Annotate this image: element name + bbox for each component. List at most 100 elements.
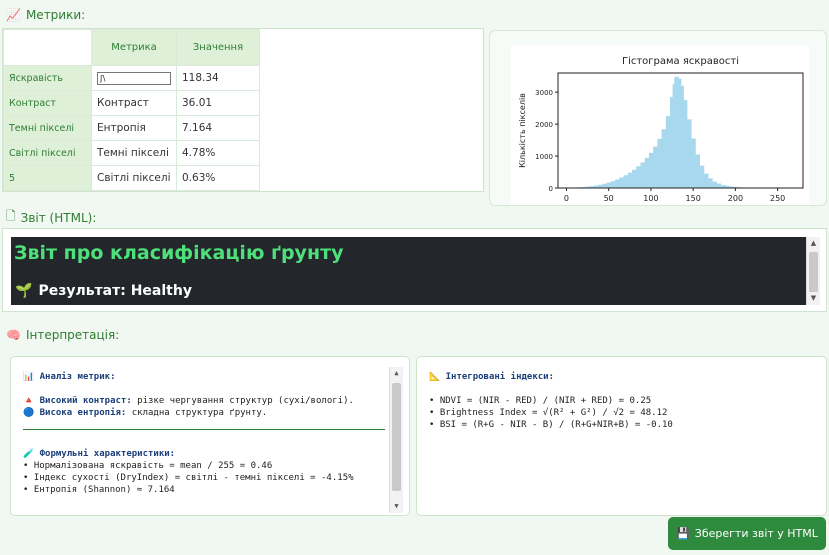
metrics-section-title: 📈 Метрики: [6, 8, 85, 22]
histogram-bar [699, 165, 705, 188]
scroll-thumb[interactable] [392, 383, 401, 491]
metrics-analysis-card[interactable]: 📊 Аналіз метрик: 🔺 Високий контраст: різ… [10, 356, 410, 516]
formula-line: • Індекс сухості (DryIndex) = світлі - т… [23, 473, 354, 483]
scroll-up-arrow-icon[interactable]: ▲ [807, 237, 820, 250]
histogram-bar [636, 166, 641, 188]
interp-section-title: 🧠 Інтерпретація: [6, 328, 119, 342]
scroll-down-arrow-icon[interactable]: ▼ [390, 500, 403, 513]
row-label: Яскравість [3, 65, 92, 91]
y-tick-label: 1000 [535, 153, 553, 161]
formula-header-text: Формульні характеристики: [39, 449, 176, 459]
indices-header: 📐 Інтегровані індекси: [429, 371, 806, 383]
value-cell: 36.01 [176, 90, 260, 116]
index-line: • Brightness Index = √(R² + G²) / √2 = 4… [429, 408, 668, 418]
metric-cell[interactable]: Ентропія [91, 115, 177, 141]
value-cell: 0.63% [176, 165, 260, 191]
x-tick-label: 0 [564, 194, 569, 203]
analysis-scrollbar[interactable]: ▲ ▼ [389, 367, 403, 513]
analysis-line: 🔵 Висока ентропія: складна структура ґру… [23, 407, 385, 419]
table-row: Світлі пікселі Темні пікселі 4.78% [3, 140, 260, 166]
report-scrollbar[interactable]: ▲ ▼ [806, 237, 820, 305]
histogram-bar [661, 129, 667, 188]
value-cell: 7.164 [176, 115, 260, 141]
y-tick-label: 3000 [535, 89, 553, 97]
row-label: Контраст [3, 90, 92, 116]
y-axis-label: Кількість пікселів [518, 93, 527, 168]
y-tick-label: 2000 [535, 121, 553, 129]
histogram-bar [703, 173, 709, 188]
metric-cell-editing[interactable]: ʃ\ [91, 65, 177, 91]
index-line: • BSI = (R+G - NIR - B) / (R+G+NIR+B) = … [429, 420, 673, 430]
histogram-bar [682, 100, 688, 188]
metric-cell[interactable]: Контраст [91, 90, 177, 116]
report-content[interactable]: Звіт про класифікацію ґрунту 🌱 Результат… [11, 237, 806, 305]
formula-line: • Ентропія (Shannon) ≈ 7.164 [23, 485, 175, 495]
table-row: Темні пікселі Ентропія 7.164 [3, 115, 260, 141]
histogram-bar [648, 152, 654, 188]
histogram-bar [610, 181, 616, 188]
histogram-bar [632, 169, 637, 188]
seedling-icon: 🌱 [15, 283, 33, 299]
row-label: Темні пікселі [3, 115, 92, 141]
blue-circle-icon: 🔵 [23, 408, 40, 418]
triangle-ruler-icon: 📐 [429, 372, 446, 382]
save-button-label: Зберегти звіт у HTML [694, 527, 818, 540]
report-section-title: 🗋 Звіт (HTML): [6, 207, 96, 228]
divider [23, 429, 385, 430]
value-cell: 118.34 [176, 65, 260, 91]
formula-line: • Нормалізована яскравість = mean / 255 … [23, 461, 273, 471]
x-tick-label: 100 [643, 194, 658, 203]
histogram-bar [657, 138, 662, 188]
table-corner [3, 29, 92, 66]
chart-title: Гістограма яскравості [622, 55, 739, 67]
histogram-chart: Гістограма яскравості 0 50 100 150 200 250 0 100… [511, 45, 809, 205]
analysis-bold: Високий контраст: [39, 396, 132, 406]
report-result: 🌱 Результат: Healthy [15, 283, 192, 299]
bar-chart-icon: 📊 [23, 372, 40, 382]
analysis-text: різке чергування структур (сухі/вологі). [131, 396, 354, 406]
histogram-bar [665, 116, 671, 188]
indices-header-text: Інтегровані індекси: [445, 372, 554, 382]
row-label: 5 [3, 165, 92, 191]
cell-edit-input[interactable]: ʃ\ [97, 71, 171, 85]
test-tube-icon: 🧪 [23, 449, 40, 459]
analysis-header-text: Аналіз метрик: [39, 372, 116, 382]
histogram-bar [619, 177, 624, 188]
table-row: 5 Світлі пікселі 0.63% [3, 165, 260, 191]
analysis-header: 📊 Аналіз метрик: [23, 371, 385, 383]
histogram-panel: Гістограма яскравості 0 50 100 150 200 250 0 100… [489, 30, 827, 206]
histogram-bar [695, 154, 700, 188]
report-title-text: Звіт (HTML): [20, 210, 97, 225]
y-tick-label: 0 [549, 185, 553, 193]
analysis-bold: Висока ентропія: [39, 408, 127, 418]
x-tick-label: 50 [604, 194, 614, 203]
document-icon: 🗋 [6, 209, 16, 223]
metric-cell[interactable]: Темні пікселі [91, 140, 177, 166]
floppy-disk-icon: 💾 [676, 527, 690, 540]
formula-header: 🧪 Формульні характеристики: [23, 448, 385, 460]
interp-title-text: Інтерпретація: [25, 328, 120, 342]
scroll-up-arrow-icon[interactable]: ▲ [390, 367, 403, 380]
metrics-table-panel: Метрика Значення Яскравість ʃ\ 118.34 Ко… [2, 28, 484, 192]
report-result-text: Результат: Healthy [38, 283, 192, 299]
x-tick-label: 250 [770, 194, 785, 203]
histogram-bar [623, 175, 629, 188]
save-report-button[interactable]: 💾 Зберегти звіт у HTML [668, 517, 826, 550]
chart-up-icon: 📈 [6, 8, 21, 22]
brain-icon: 🧠 [6, 328, 21, 342]
table-row: Контраст Контраст 36.01 [3, 90, 260, 116]
analysis-line: 🔺 Високий контраст: різке чергування стр… [23, 395, 385, 407]
header-metric: Метрика [91, 29, 177, 66]
histogram-bar [602, 183, 608, 188]
x-tick-label: 150 [686, 194, 701, 203]
integrated-indices-card[interactable]: 📐 Інтегровані індекси: • NDVI = (NIR - R… [416, 356, 827, 516]
metrics-title-text: Метрики: [25, 8, 86, 22]
metric-cell[interactable]: Світлі пікселі [91, 165, 177, 191]
histogram-bar [627, 172, 633, 188]
table-row: Яскравість ʃ\ 118.34 [3, 65, 260, 91]
scroll-down-arrow-icon[interactable]: ▼ [807, 292, 820, 305]
histogram-bar [606, 182, 612, 188]
row-label: Світлі пікселі [3, 140, 92, 166]
histogram-bar [615, 179, 620, 188]
warning-triangle-icon: 🔺 [23, 396, 40, 406]
